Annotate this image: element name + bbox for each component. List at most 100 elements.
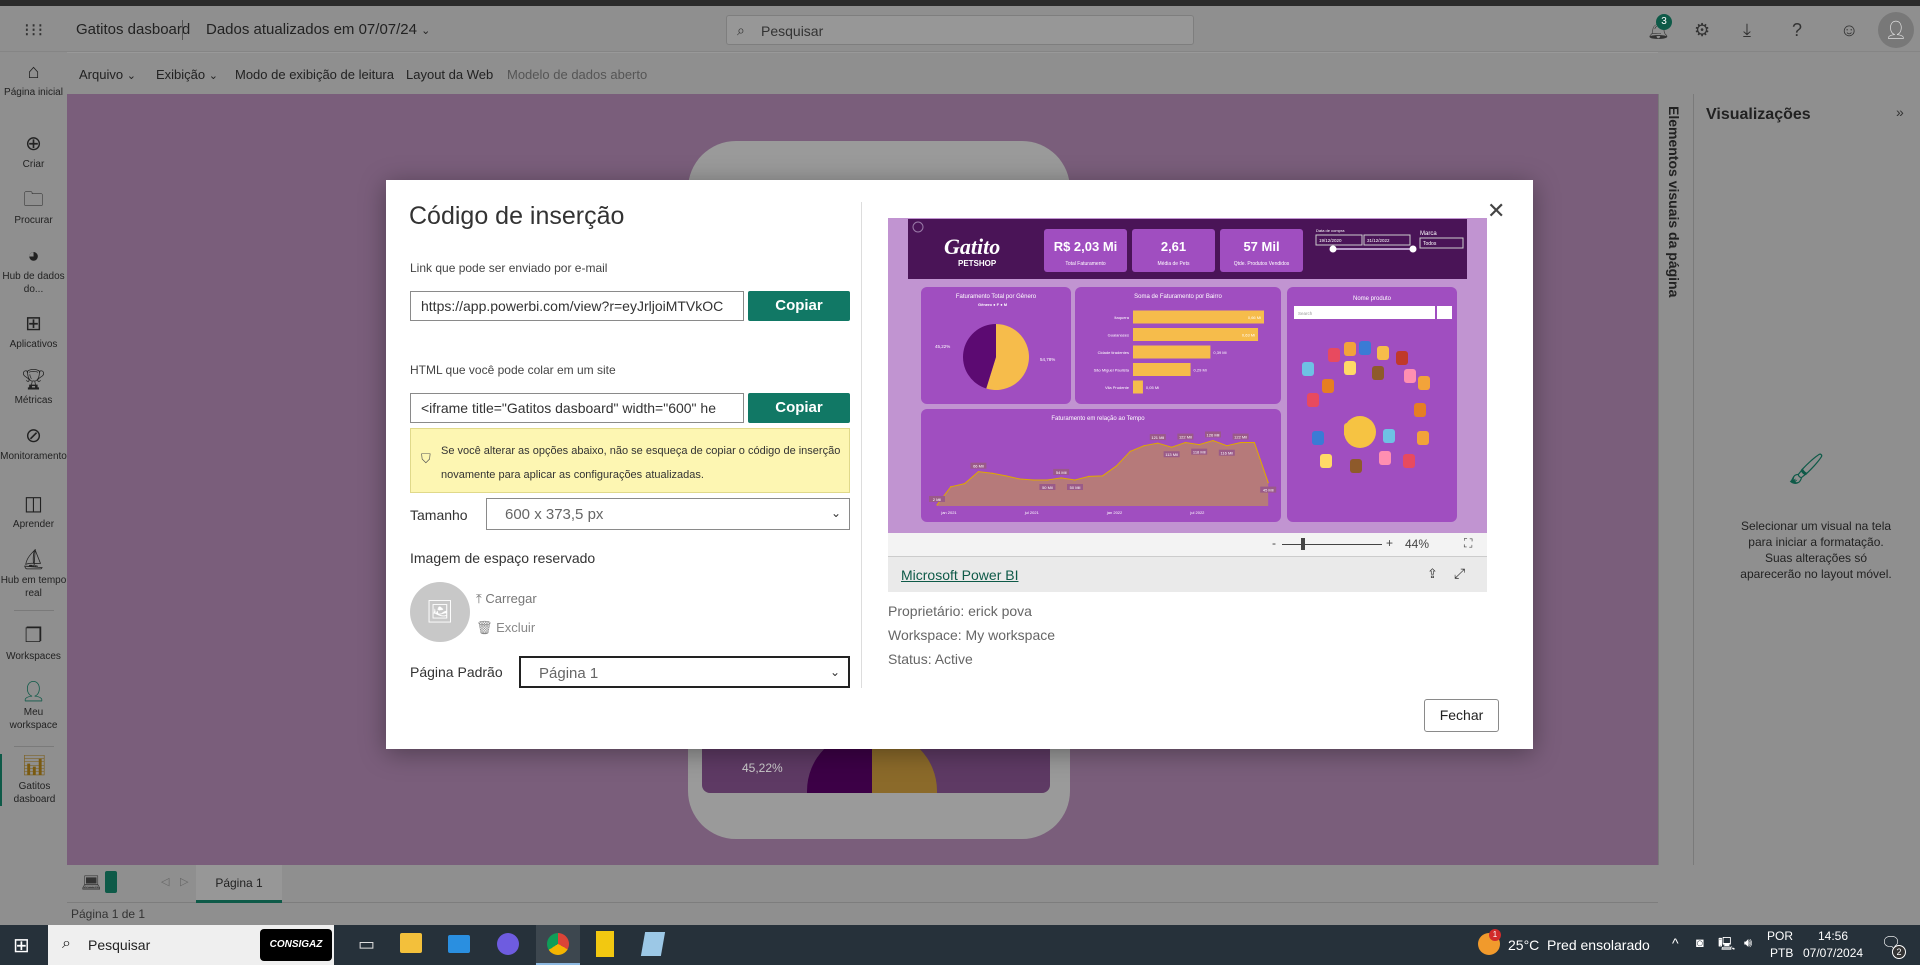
weather-badge: 1 <box>1489 929 1501 941</box>
close-button[interactable]: Fechar <box>1424 699 1499 732</box>
mobile-layout-icon[interactable] <box>105 871 117 893</box>
share-icon[interactable]: ⇪ <box>1427 566 1438 582</box>
book-icon: ◫ <box>24 493 43 515</box>
area-point <box>1005 475 1007 477</box>
report-title[interactable]: Gatitos dasboard <box>76 21 190 38</box>
nav-realtime-hub[interactable]: ⛵︎ Hub em tempo real <box>0 548 67 600</box>
product-image <box>1344 342 1356 356</box>
nav-my-workspace[interactable]: 👤︎ Meu workspace <box>0 680 67 732</box>
zoom-slider-thumb[interactable] <box>1301 538 1305 550</box>
size-select[interactable]: 600 x 373,5 px ⌄ <box>486 498 850 530</box>
default-page-select[interactable]: Página 1 ⌄ <box>519 656 850 688</box>
user-avatar[interactable]: 👤︎ <box>1878 12 1914 48</box>
close-icon[interactable]: ✕ <box>1487 198 1505 224</box>
search-input[interactable]: ⌕ Pesquisar <box>726 15 1194 45</box>
date-slider-start-handle[interactable] <box>1329 245 1337 253</box>
menu-exibicao[interactable]: Exibição ⌄ <box>156 67 218 82</box>
menu-arquivo[interactable]: Arquivo ⌄ <box>79 67 136 82</box>
prev-page-icon[interactable]: ◁ <box>161 875 169 888</box>
area-point <box>1088 475 1090 477</box>
windows-start-icon[interactable]: ⊞ <box>13 933 30 958</box>
nav-create[interactable]: ⊕ Criar <box>0 132 67 171</box>
feedback-icon[interactable]: ☺ <box>1840 20 1858 41</box>
bar-data-label: 0,05 Mi <box>1146 385 1159 390</box>
area-point <box>1267 482 1269 484</box>
volume-icon[interactable]: 🔊︎ <box>1744 935 1752 951</box>
default-page-label: Página Padrão <box>410 664 503 680</box>
bar-category-label: Itaquera <box>1114 315 1129 320</box>
web-layout-button[interactable]: Layout da Web <box>406 67 493 82</box>
nav-metrics[interactable]: 🏆︎ Métricas <box>0 368 67 407</box>
page-tab-1[interactable]: Página 1 <box>196 865 282 903</box>
app-launcher-icon[interactable]: ⁝⁝⁝ <box>24 20 44 41</box>
pie-data-label: 54,78% <box>1040 357 1055 362</box>
settings-gear-icon[interactable]: ⚙ <box>1694 20 1710 41</box>
zoom-out-button[interactable]: - <box>1272 536 1276 550</box>
download-icon[interactable]: ⤓ <box>1743 20 1751 41</box>
power-bi-link[interactable]: Microsoft Power BI <box>901 567 1018 583</box>
home-icon: ⌂ <box>27 61 40 83</box>
chrome-taskbar-button[interactable] <box>536 925 580 965</box>
nav-gatitos-dasboard[interactable]: 📊︎ Gatitos dasboard <box>0 754 67 806</box>
power-bi-icon[interactable] <box>596 931 614 957</box>
upload-button[interactable]: ⤒ Carregar <box>476 591 537 607</box>
taskbar-search-placeholder: Pesquisar <box>88 937 151 953</box>
copilot-icon[interactable] <box>497 933 519 955</box>
zoom-slider[interactable] <box>1282 544 1382 545</box>
chrome-icon <box>547 933 569 955</box>
nav-data-hub[interactable]: ◕ Hub de dados do... <box>0 244 67 296</box>
weather-text[interactable]: 25°C Pred ensolarado <box>1508 937 1650 953</box>
bar <box>1133 345 1211 359</box>
html-embed-input[interactable]: <iframe title="Gatitos dasboard" width="… <box>410 393 744 423</box>
desktop-layout-icon[interactable]: 💻︎ <box>81 873 101 893</box>
clock-date[interactable]: 07/07/2024 <box>1803 946 1863 960</box>
mail-icon[interactable] <box>448 935 470 953</box>
file-explorer-icon[interactable] <box>400 933 422 953</box>
fit-to-page-icon[interactable]: ⛶ <box>1464 536 1472 551</box>
x-tick-label: jan 2022 <box>1106 510 1123 515</box>
consigaz-pinned-logo[interactable]: CONSIGAZ <box>260 929 332 961</box>
link-input[interactable]: https://app.powerbi.com/view?r=eyJrljoiM… <box>410 291 744 321</box>
task-view-icon[interactable]: ▭ <box>358 934 375 955</box>
page-visuals-label[interactable]: Elementos visuais da página <box>1666 106 1682 297</box>
area-point <box>936 504 938 506</box>
delete-button[interactable]: 🗑︎ Excluir <box>476 620 535 636</box>
nav-home[interactable]: ⌂ Página inicial <box>0 60 67 99</box>
nav-monitoring[interactable]: ⊘ Monitoramento <box>0 424 67 463</box>
reading-view-button[interactable]: Modo de exibição de leitura <box>235 67 394 82</box>
expand-icon[interactable]: ⤢ <box>1454 565 1465 582</box>
nav-apps[interactable]: ⊞ Aplicativos <box>0 312 67 351</box>
language-primary[interactable]: POR <box>1767 929 1793 943</box>
collapse-pane-icon[interactable]: » <box>1896 104 1904 120</box>
nav-learn[interactable]: ◫ Aprender <box>0 492 67 531</box>
product-search-input[interactable] <box>1294 306 1435 319</box>
network-icon[interactable]: 🖳︎ <box>1718 935 1735 957</box>
data-updated-dropdown[interactable]: Dados atualizados em 07/07/24 ⌄ <box>206 21 430 38</box>
next-page-icon[interactable]: ▷ <box>180 875 188 888</box>
help-icon[interactable]: ? <box>1792 20 1802 41</box>
product-image <box>1344 361 1356 375</box>
nav-workspaces[interactable]: ❐ Workspaces <box>0 624 67 663</box>
eraser-button[interactable] <box>1437 306 1452 319</box>
clock-time[interactable]: 14:56 <box>1818 929 1848 943</box>
nav-browse[interactable]: 🗀 Procurar <box>0 188 67 227</box>
area-point <box>1115 465 1117 467</box>
open-data-model-button[interactable]: Modelo de dados aberto <box>507 67 647 82</box>
point-data-label: 2 Mil <box>933 497 942 502</box>
report-preview[interactable]: Gatito PETSHOP R$ 2,03 Mi Total Faturamen… <box>888 218 1487 533</box>
nav-divider <box>14 610 54 611</box>
taskbar-search-input[interactable]: ⌕ Pesquisar CONSIGAZ <box>48 925 334 965</box>
area-point <box>1129 450 1131 452</box>
pie-title: Faturamento Total por Gênero <box>956 294 1037 300</box>
show-hidden-icons-chevron[interactable]: ^ <box>1672 935 1679 951</box>
zoom-in-button[interactable]: + <box>1386 536 1393 550</box>
point-data-label: 118 Mil <box>1193 450 1206 455</box>
product-image <box>1312 431 1324 445</box>
notepad-icon[interactable] <box>640 932 666 956</box>
meet-icon[interactable]: ◙ <box>1696 935 1704 950</box>
date-slider-end-handle[interactable] <box>1409 245 1417 253</box>
copy-html-button[interactable]: Copiar <box>748 393 850 423</box>
copy-link-button[interactable]: Copiar <box>748 291 850 321</box>
point-data-label: 121 Mil <box>1151 435 1164 440</box>
language-secondary[interactable]: PTB <box>1770 946 1793 960</box>
